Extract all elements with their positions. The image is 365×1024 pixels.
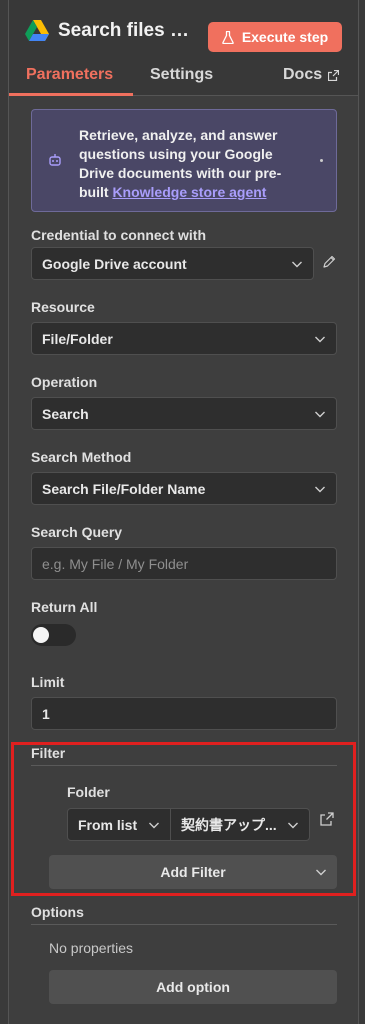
tab-docs[interactable]: Docs xyxy=(283,66,340,84)
search-method-select[interactable]: Search File/Folder Name xyxy=(31,472,337,505)
operation-select[interactable]: Search xyxy=(31,397,337,430)
execute-step-button[interactable]: Execute step xyxy=(208,22,342,52)
panel-header: Search files a... Execute step Parameter… xyxy=(9,0,358,96)
limit-label: Limit xyxy=(31,674,65,690)
search-method-label: Search Method xyxy=(31,449,132,465)
folder-mode-select[interactable]: From list xyxy=(67,808,171,841)
knowledge-store-agent-link[interactable]: Knowledge store agent xyxy=(112,184,266,200)
node-panel: Search files a... Execute step Parameter… xyxy=(8,0,359,1024)
chevron-down-icon xyxy=(315,486,325,493)
add-filter-label: Add Filter xyxy=(160,864,226,880)
filter-title: Filter xyxy=(31,745,66,761)
toggle-knob xyxy=(33,627,49,643)
options-title: Options xyxy=(31,904,84,920)
knowledge-agent-callout: Retrieve, analyze, and answer questions … xyxy=(31,109,337,212)
resource-select[interactable]: File/Folder xyxy=(31,322,337,355)
folder-label: Folder xyxy=(67,784,110,800)
operation-label: Operation xyxy=(31,374,98,390)
operation-value: Search xyxy=(42,405,89,422)
return-all-toggle[interactable] xyxy=(31,624,76,646)
tab-parameters[interactable]: Parameters xyxy=(26,66,113,84)
dismiss-dot[interactable] xyxy=(320,159,323,162)
folder-select[interactable]: 契約書アップ... xyxy=(171,808,310,841)
external-link-icon xyxy=(328,69,340,81)
tab-settings[interactable]: Settings xyxy=(150,66,213,84)
resource-label: Resource xyxy=(31,299,95,315)
chevron-down-icon xyxy=(315,336,325,343)
open-folder-link-icon[interactable] xyxy=(320,812,334,826)
return-all-label: Return All xyxy=(31,599,98,615)
add-option-button[interactable]: Add option xyxy=(49,970,337,1004)
add-filter-button[interactable]: Add Filter xyxy=(49,855,337,889)
chevron-down-icon xyxy=(149,822,159,829)
callout-text: Retrieve, analyze, and answer questions … xyxy=(79,126,309,202)
chevron-down-icon xyxy=(315,411,325,418)
search-query-label: Search Query xyxy=(31,524,123,540)
credential-value: Google Drive account xyxy=(42,255,187,272)
limit-input[interactable]: 1 xyxy=(31,697,337,730)
search-query-placeholder: e.g. My File / My Folder xyxy=(42,555,189,572)
options-divider xyxy=(31,924,337,925)
execute-step-label: Execute step xyxy=(241,29,329,45)
parameters-content: Retrieve, analyze, and answer questions … xyxy=(9,96,358,1024)
no-properties-text: No properties xyxy=(49,940,134,956)
credential-select[interactable]: Google Drive account xyxy=(31,247,314,280)
folder-value: 契約書アップ... xyxy=(181,816,277,833)
credential-label: Credential to connect with xyxy=(31,227,207,243)
tab-docs-label: Docs xyxy=(283,66,323,83)
flask-icon xyxy=(222,30,234,44)
node-title[interactable]: Search files a... xyxy=(58,20,196,42)
search-query-input[interactable]: e.g. My File / My Folder xyxy=(31,547,337,580)
robot-icon xyxy=(49,154,61,166)
resource-value: File/Folder xyxy=(42,330,113,347)
folder-mode-value: From list xyxy=(78,816,138,833)
chevron-down-icon xyxy=(316,869,326,876)
chevron-down-icon xyxy=(292,261,302,268)
filter-divider xyxy=(31,765,337,766)
title-row: Search files a... xyxy=(25,20,196,42)
add-option-label: Add option xyxy=(156,979,230,995)
search-method-value: Search File/Folder Name xyxy=(42,480,206,497)
edit-pencil-icon[interactable] xyxy=(322,255,336,269)
limit-value: 1 xyxy=(42,705,50,722)
tab-bar: Parameters Settings Docs xyxy=(9,66,358,96)
chevron-down-icon xyxy=(288,822,298,829)
google-drive-icon xyxy=(25,20,49,41)
